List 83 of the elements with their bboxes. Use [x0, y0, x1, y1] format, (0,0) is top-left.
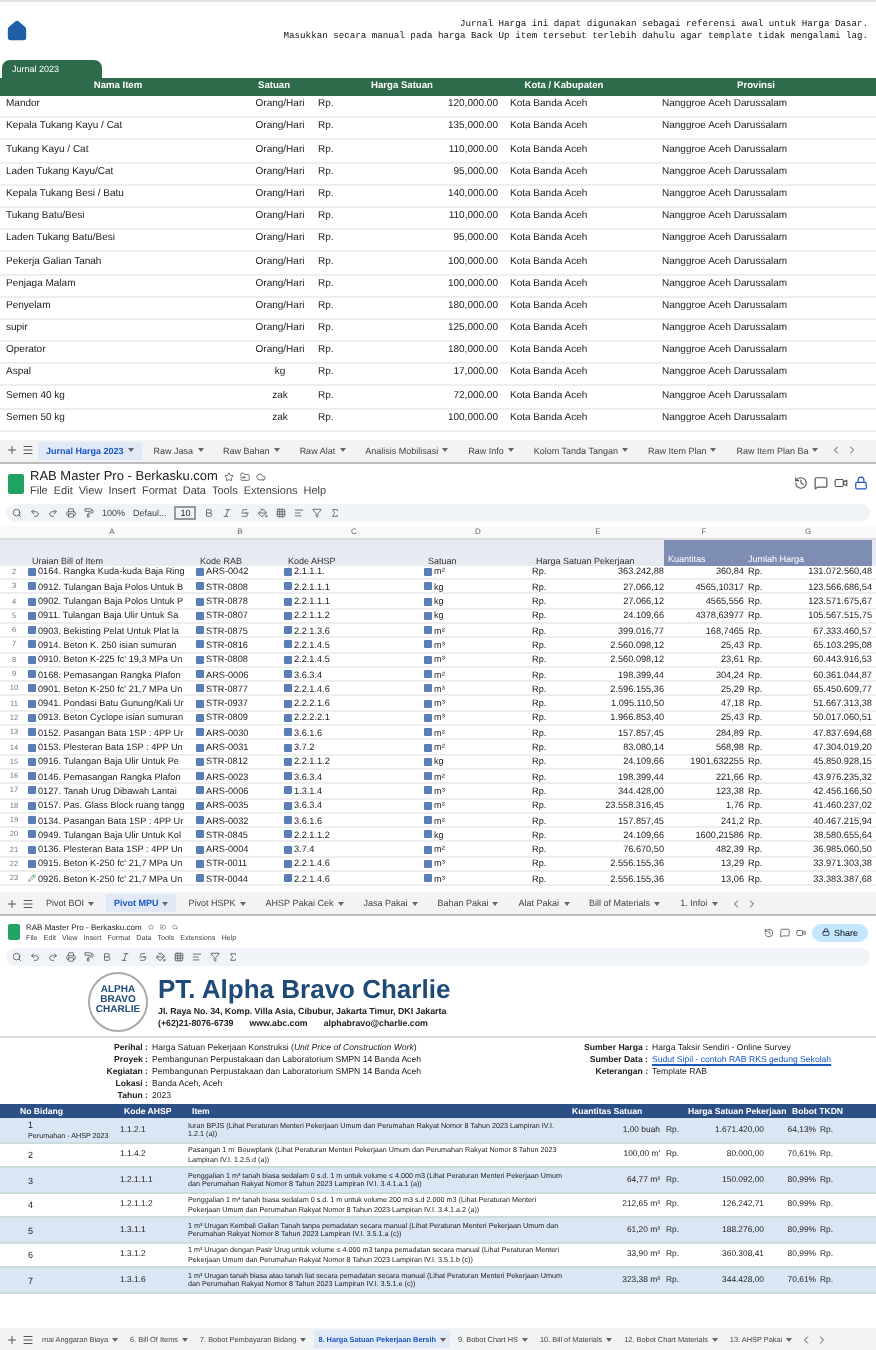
caret-icon [606, 1337, 613, 1341]
borders-icon[interactable] [276, 507, 287, 518]
fill-color-icon[interactable] [258, 507, 269, 518]
menu-icon[interactable] [22, 444, 34, 457]
caret-icon [197, 448, 204, 453]
comment-icon[interactable] [814, 476, 828, 491]
cloud-icon[interactable] [171, 924, 178, 931]
chevron-right-icon[interactable] [745, 897, 758, 910]
paint-format-icon[interactable] [84, 507, 94, 518]
chevron-left-icon[interactable] [800, 1333, 813, 1345]
caret-icon [339, 448, 346, 453]
caret-icon [711, 1337, 718, 1341]
folder-icon[interactable] [159, 924, 166, 931]
chevron-left-icon[interactable] [830, 444, 843, 457]
menu-icon[interactable] [22, 897, 34, 910]
star-icon[interactable] [147, 924, 154, 931]
bold-icon[interactable] [204, 507, 215, 518]
cloud-icon[interactable] [255, 471, 266, 482]
filter-icon[interactable] [312, 507, 323, 518]
caret-icon [440, 1337, 447, 1341]
lock-icon [821, 928, 830, 937]
history-icon[interactable] [763, 927, 774, 938]
chevron-right-icon[interactable] [816, 1333, 829, 1345]
bold-icon[interactable] [102, 952, 112, 963]
caret-icon [492, 901, 499, 906]
company-name: PT. Alpha Bravo Charlie [158, 974, 451, 1005]
caret-icon [337, 901, 344, 906]
add-sheet-icon[interactable] [6, 1333, 18, 1345]
caret-icon [112, 1337, 119, 1341]
caret-icon [88, 901, 95, 906]
caret-icon [507, 448, 514, 453]
undo-icon[interactable] [30, 507, 40, 518]
italic-icon[interactable] [120, 952, 130, 963]
caret-icon [162, 901, 169, 906]
caret-icon [273, 448, 280, 453]
strikethrough-icon[interactable] [138, 952, 148, 963]
caret-icon [654, 901, 661, 906]
chevron-right-icon[interactable] [846, 444, 859, 457]
paint-format-icon[interactable] [84, 952, 94, 963]
video-icon[interactable] [795, 927, 806, 938]
star-icon[interactable] [223, 471, 234, 482]
lock-icon[interactable] [854, 476, 868, 491]
caret-icon [812, 448, 819, 453]
caret-icon [442, 448, 449, 453]
comment-icon[interactable] [779, 927, 790, 938]
caret-icon [300, 1337, 307, 1341]
sheets-logo-icon [8, 473, 24, 494]
print-icon[interactable] [66, 507, 76, 518]
print-icon[interactable] [66, 952, 76, 963]
strikethrough-icon[interactable] [240, 507, 251, 518]
functions-icon[interactable] [228, 952, 238, 963]
sheets-logo-icon [8, 924, 20, 941]
caret-icon [411, 901, 418, 906]
functions-icon[interactable] [330, 507, 341, 518]
caret-icon [563, 901, 570, 906]
caret-icon [786, 1337, 793, 1341]
caret-icon [521, 1337, 528, 1341]
folder-icon[interactable] [239, 471, 250, 482]
history-icon[interactable] [794, 476, 808, 491]
add-sheet-icon[interactable] [6, 897, 18, 910]
search-icon[interactable] [12, 507, 22, 518]
caret-icon [710, 448, 717, 453]
pencil-icon[interactable] [28, 874, 36, 883]
undo-icon[interactable] [30, 952, 40, 963]
align-icon[interactable] [294, 507, 305, 518]
caret-icon [127, 448, 134, 453]
caret-icon [182, 1337, 188, 1341]
menu-icon[interactable] [22, 1333, 34, 1345]
add-sheet-icon[interactable] [6, 444, 18, 457]
chevron-left-icon[interactable] [729, 897, 742, 910]
filter-icon[interactable] [210, 952, 220, 963]
search-icon[interactable] [12, 952, 22, 963]
redo-icon[interactable] [48, 507, 58, 518]
fill-color-icon[interactable] [156, 952, 166, 963]
home-icon[interactable] [6, 20, 28, 42]
video-icon[interactable] [834, 476, 848, 491]
caret-icon [621, 448, 628, 453]
redo-icon[interactable] [48, 952, 58, 963]
align-icon[interactable] [192, 952, 202, 963]
italic-icon[interactable] [222, 507, 233, 518]
caret-icon [711, 901, 718, 906]
borders-icon[interactable] [174, 952, 184, 963]
caret-icon [239, 901, 246, 906]
